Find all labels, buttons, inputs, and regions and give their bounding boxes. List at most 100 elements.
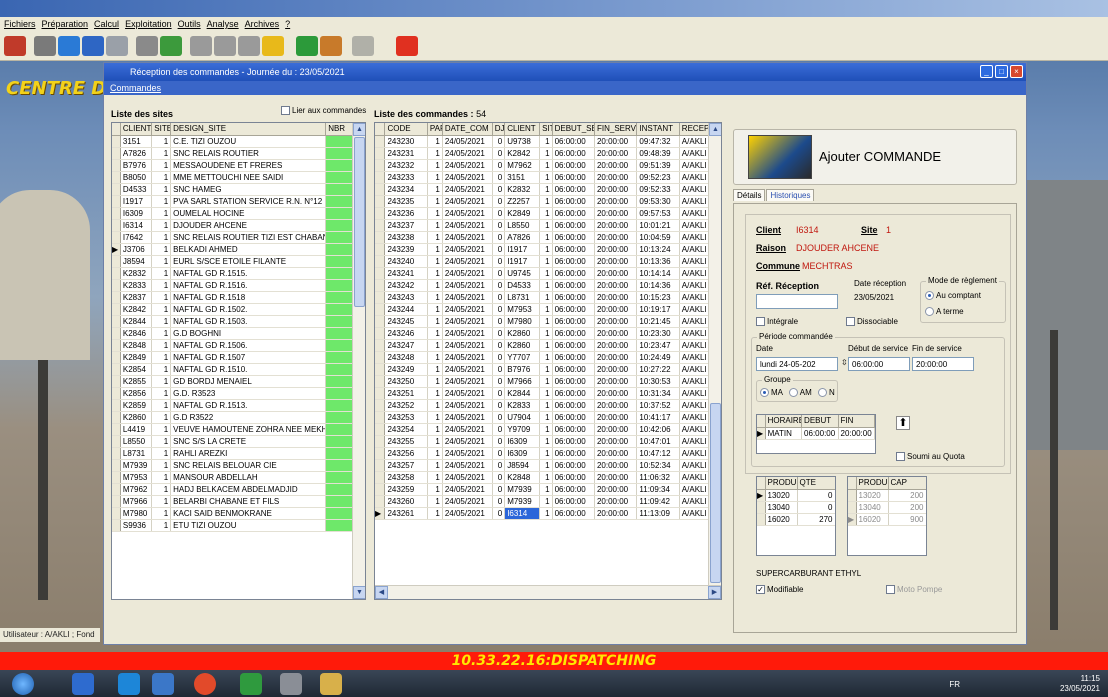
table-cell[interactable]: K2844 [504, 387, 541, 400]
row-indicator[interactable] [112, 315, 121, 328]
table-cell[interactable]: 1 [539, 387, 553, 400]
table-cell[interactable]: 1 [539, 171, 553, 184]
table-row[interactable]: 13020 200 [848, 489, 926, 502]
table-cell[interactable]: 0 [492, 303, 506, 316]
column-header[interactable]: DEBUT_SE [552, 123, 595, 136]
table-cell[interactable]: 20:00:00 [594, 471, 638, 484]
table-cell[interactable]: 1 [427, 327, 443, 340]
column-header[interactable]: SITE [539, 123, 553, 136]
table-cell[interactable]: 20:00:00 [594, 327, 638, 340]
table-cell[interactable]: 1 [151, 159, 172, 172]
date-picker[interactable]: lundi 24-05-202 [756, 357, 838, 371]
table-cell[interactable]: 20:00:00 [594, 291, 638, 304]
table-cell[interactable]: I1917 [120, 195, 153, 208]
table-cell[interactable]: 10:14:36 [636, 279, 680, 292]
table-row[interactable]: 243238 1 24/05/2021 0 A7826 1 06:00:00 20:00:00… [375, 231, 721, 244]
table-cell[interactable]: 10:52:34 [636, 459, 680, 472]
table-row[interactable]: 243257 1 24/05/2021 0 J8594 1 06:00:00 20:00:00… [375, 459, 721, 472]
table-cell[interactable]: 3151 [504, 171, 541, 184]
table-row[interactable]: 243246 1 24/05/2021 0 K2860 1 06:00:00 20:00:00… [375, 327, 721, 340]
row-indicator[interactable] [375, 171, 386, 184]
table-cell[interactable]: 1 [151, 519, 172, 532]
table-cell[interactable]: 09:48:39 [636, 147, 680, 160]
table-cell[interactable]: BELARBI CHABANE ET FILS [170, 495, 327, 508]
table-row[interactable]: A78261SNC RELAIS ROUTIER1 [112, 147, 365, 160]
table-cell[interactable]: 1 [427, 435, 443, 448]
table-row[interactable]: K28461G.D BOGHNI1 [112, 327, 365, 340]
table-cell[interactable]: NAFTAL GD R.1506. [170, 339, 327, 352]
table-cell[interactable]: 20:00:00 [594, 147, 638, 160]
table-cell[interactable]: 0 [492, 291, 506, 304]
table-cell[interactable]: 24/05/2021 [442, 279, 493, 292]
table-row[interactable]: 243255 1 24/05/2021 0 I6309 1 06:00:00 20:00:00… [375, 435, 721, 448]
table-cell[interactable]: 243246 [384, 327, 428, 340]
integrale-checkbox[interactable]: Intégrale [756, 317, 798, 327]
table-row[interactable]: 243241 1 24/05/2021 0 U9745 1 06:00:00 20:00:00… [375, 267, 721, 280]
ref-input[interactable] [756, 294, 838, 309]
table-row[interactable]: 243256 1 24/05/2021 0 I6309 1 06:00:00 20:00:00… [375, 447, 721, 460]
table-cell[interactable]: 06:00:00 [552, 243, 595, 256]
table-cell[interactable]: 243241 [384, 267, 428, 280]
table-row[interactable]: 243230 1 24/05/2021 0 U9738 1 06:00:00 20:00:00… [375, 135, 721, 148]
table-cell[interactable]: 06:00:00 [552, 495, 595, 508]
table-cell[interactable]: 0 [492, 351, 506, 364]
column-header[interactable]: FIN [838, 415, 875, 428]
table-cell[interactable]: 243252 [384, 399, 428, 412]
table-cell[interactable]: Y9709 [504, 423, 541, 436]
row-indicator[interactable] [375, 279, 386, 292]
table-cell[interactable]: 243235 [384, 195, 428, 208]
table-cell[interactable]: 13020 [856, 489, 889, 502]
table-cell[interactable]: 1 [539, 315, 553, 328]
clock-time[interactable]: 11:15 [1060, 674, 1100, 684]
language-indicator[interactable]: FR [949, 680, 960, 690]
row-indicator[interactable] [112, 171, 121, 184]
table-cell[interactable]: 1 [539, 255, 553, 268]
table-cell[interactable]: 1 [151, 315, 172, 328]
table-row[interactable]: 243253 1 24/05/2021 0 U7904 1 06:00:00 20:00:00… [375, 411, 721, 424]
table-cell[interactable]: C.E. TIZI OUZOU [170, 135, 327, 148]
row-indicator[interactable] [112, 435, 121, 448]
table-cell[interactable]: 1 [427, 195, 443, 208]
table-cell[interactable]: DJOUDER AHCENE [170, 219, 327, 232]
table-cell[interactable]: 20:00:00 [594, 363, 638, 376]
table-cell[interactable]: 16020 [765, 513, 798, 526]
row-indicator[interactable] [757, 513, 766, 526]
dispatch-icon[interactable] [82, 36, 104, 56]
table-cell[interactable]: K2855 [120, 375, 153, 388]
table-cell[interactable]: 243257 [384, 459, 428, 472]
table-cell[interactable]: 06:00:00 [552, 135, 595, 148]
row-indicator[interactable] [375, 483, 386, 496]
table-cell[interactable]: MME METTOUCHI NEE SAIDI [170, 171, 327, 184]
row-indicator[interactable] [112, 303, 121, 316]
table-cell[interactable]: 243260 [384, 495, 428, 508]
row-indicator[interactable] [112, 135, 121, 148]
table-cell[interactable]: M7980 [120, 507, 153, 520]
produit-qte-grid[interactable]: PRODUITQTE ▶13020013040016020270 [756, 476, 836, 556]
table-cell[interactable]: NAFTAL GD R.1510. [170, 363, 327, 376]
lier-checkbox[interactable]: Lier aux commandes [281, 106, 366, 116]
column-header[interactable]: QTE [797, 477, 835, 490]
table-cell[interactable]: 09:57:53 [636, 207, 680, 220]
table-cell[interactable]: M7939 [504, 483, 541, 496]
explorer-icon[interactable] [72, 673, 94, 695]
table-cell[interactable]: 1 [151, 231, 172, 244]
table-cell[interactable]: G.D BOGHNI [170, 327, 327, 340]
table-cell[interactable]: KACI SAID BENMOKRANE [170, 507, 327, 520]
table-cell[interactable]: 1 [151, 423, 172, 436]
table-cell[interactable]: M7953 [120, 471, 153, 484]
table-cell[interactable]: 13040 [765, 501, 798, 514]
table-cell[interactable]: 24/05/2021 [442, 183, 493, 196]
table-cell[interactable]: NAFTAL GD R.1503. [170, 315, 327, 328]
row-indicator[interactable] [112, 459, 121, 472]
table-row[interactable]: ▶ 243261 1 24/05/2021 0 I6314 1 06:00:00 20:00:0… [375, 507, 721, 520]
table-cell[interactable]: 243245 [384, 315, 428, 328]
table-cell[interactable]: 1 [539, 399, 553, 412]
truck-icon[interactable] [238, 36, 260, 56]
table-cell[interactable]: 0 [492, 243, 506, 256]
table-cell[interactable]: Y7707 [504, 351, 541, 364]
column-header[interactable]: CLIENT [120, 123, 153, 136]
table-cell[interactable]: 20:00:00 [594, 135, 638, 148]
row-indicator[interactable] [375, 147, 386, 160]
dissociable-checkbox[interactable]: Dissociable [846, 317, 898, 327]
table-cell[interactable]: S9936 [120, 519, 153, 532]
